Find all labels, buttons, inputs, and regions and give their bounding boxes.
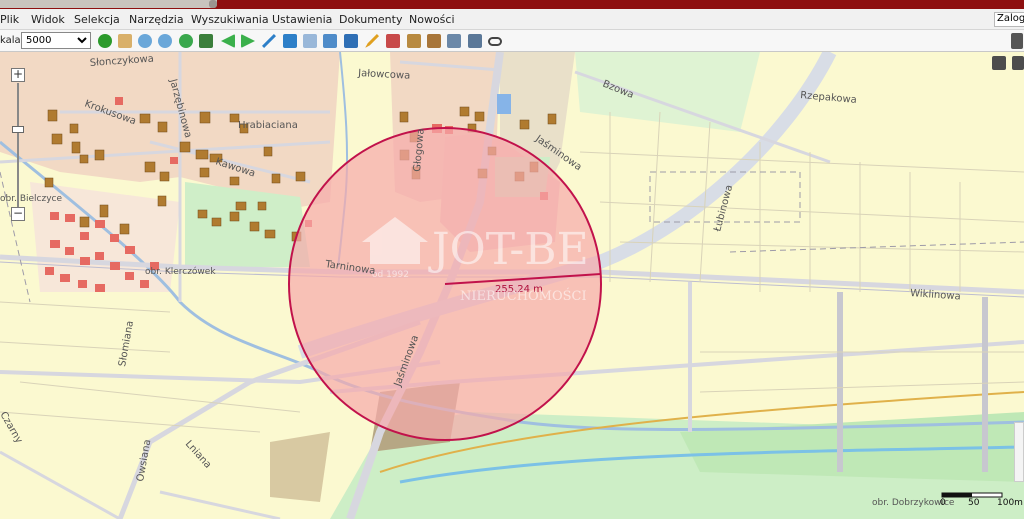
scale-bar-50: 50 — [968, 498, 980, 508]
menu-ustawienia[interactable]: Ustawienia — [272, 13, 332, 26]
measure-area-icon[interactable] — [283, 34, 297, 48]
back-arrow-icon[interactable] — [221, 34, 235, 48]
label-obr-bielczyce: obr. Bielczyce — [0, 194, 62, 204]
toolbar-right-icon[interactable] — [1011, 33, 1023, 49]
zoom-out-button[interactable]: − — [11, 207, 25, 221]
menu-bar: Plik Widok Selekcja Narzędzia Wyszukiwan… — [0, 9, 1024, 30]
draw-icon[interactable] — [365, 34, 379, 48]
zoom-in-button[interactable]: + — [11, 68, 25, 82]
watermark-year: od 1992 — [372, 270, 409, 280]
label-obr-kleczowek: obr. Klerczówek — [145, 266, 216, 277]
scale-select[interactable]: 5000 — [21, 32, 91, 49]
menu-wyszukiwania[interactable]: Wyszukiwania — [191, 13, 269, 26]
zoom-in-icon[interactable] — [138, 34, 152, 48]
share-icon[interactable] — [468, 34, 482, 48]
chart-icon[interactable] — [386, 34, 400, 48]
menu-widok[interactable]: Widok — [31, 13, 65, 26]
zoom-slider-handle[interactable] — [12, 126, 24, 133]
print-icon[interactable] — [303, 34, 317, 48]
map-canvas[interactable]: 255.24 m JOT-BE NIERUCHOMOŚCI od 1992 Sł… — [0, 52, 1024, 519]
menu-selekcja[interactable]: Selekcja — [74, 13, 120, 26]
comment-icon[interactable] — [992, 56, 1006, 70]
menu-plik[interactable]: Plik — [0, 13, 19, 26]
panel-toggle-icon[interactable] — [1012, 56, 1024, 70]
pond — [497, 94, 511, 114]
link-icon[interactable] — [488, 37, 502, 46]
top-banner — [0, 0, 1024, 9]
map-view[interactable]: 255.24 m JOT-BE NIERUCHOMOŚCI od 1992 Sł… — [0, 52, 1024, 519]
info-icon[interactable] — [98, 34, 112, 48]
label-hrabiaciana: Hrabiaciana — [238, 120, 298, 131]
toolbar: kala: 5000 — [0, 30, 1024, 52]
scale-bar-0: 0 — [940, 498, 946, 508]
scale-bar-100: 100m — [997, 498, 1023, 508]
menu-narzedzia[interactable]: Narzędzia — [129, 13, 184, 26]
globe-icon[interactable] — [179, 34, 193, 48]
zoom-out-icon[interactable] — [158, 34, 172, 48]
export-icon[interactable] — [447, 34, 461, 48]
tab-strip-handle[interactable] — [209, 0, 217, 8]
watermark-subtitle: NIERUCHOMOŚCI — [460, 287, 587, 304]
forward-arrow-icon[interactable] — [241, 34, 255, 48]
menu-dokumenty[interactable]: Dokumenty — [339, 13, 402, 26]
save-icon[interactable] — [407, 34, 421, 48]
zoom-extent-icon[interactable] — [199, 34, 213, 48]
login-button[interactable]: Zalogu — [994, 12, 1024, 27]
legend-icon[interactable] — [344, 34, 358, 48]
watermark-brand: JOT-BE — [428, 224, 589, 275]
menu-nowosci[interactable]: Nowości — [409, 13, 455, 26]
layers-icon[interactable] — [323, 34, 337, 48]
pan-hand-icon[interactable] — [118, 34, 132, 48]
zoom-slider-track[interactable] — [17, 83, 19, 213]
measure-line-icon[interactable] — [262, 34, 276, 48]
tab-strip — [0, 0, 217, 8]
report-icon[interactable] — [427, 34, 441, 48]
side-panel-tab[interactable] — [1014, 422, 1024, 482]
